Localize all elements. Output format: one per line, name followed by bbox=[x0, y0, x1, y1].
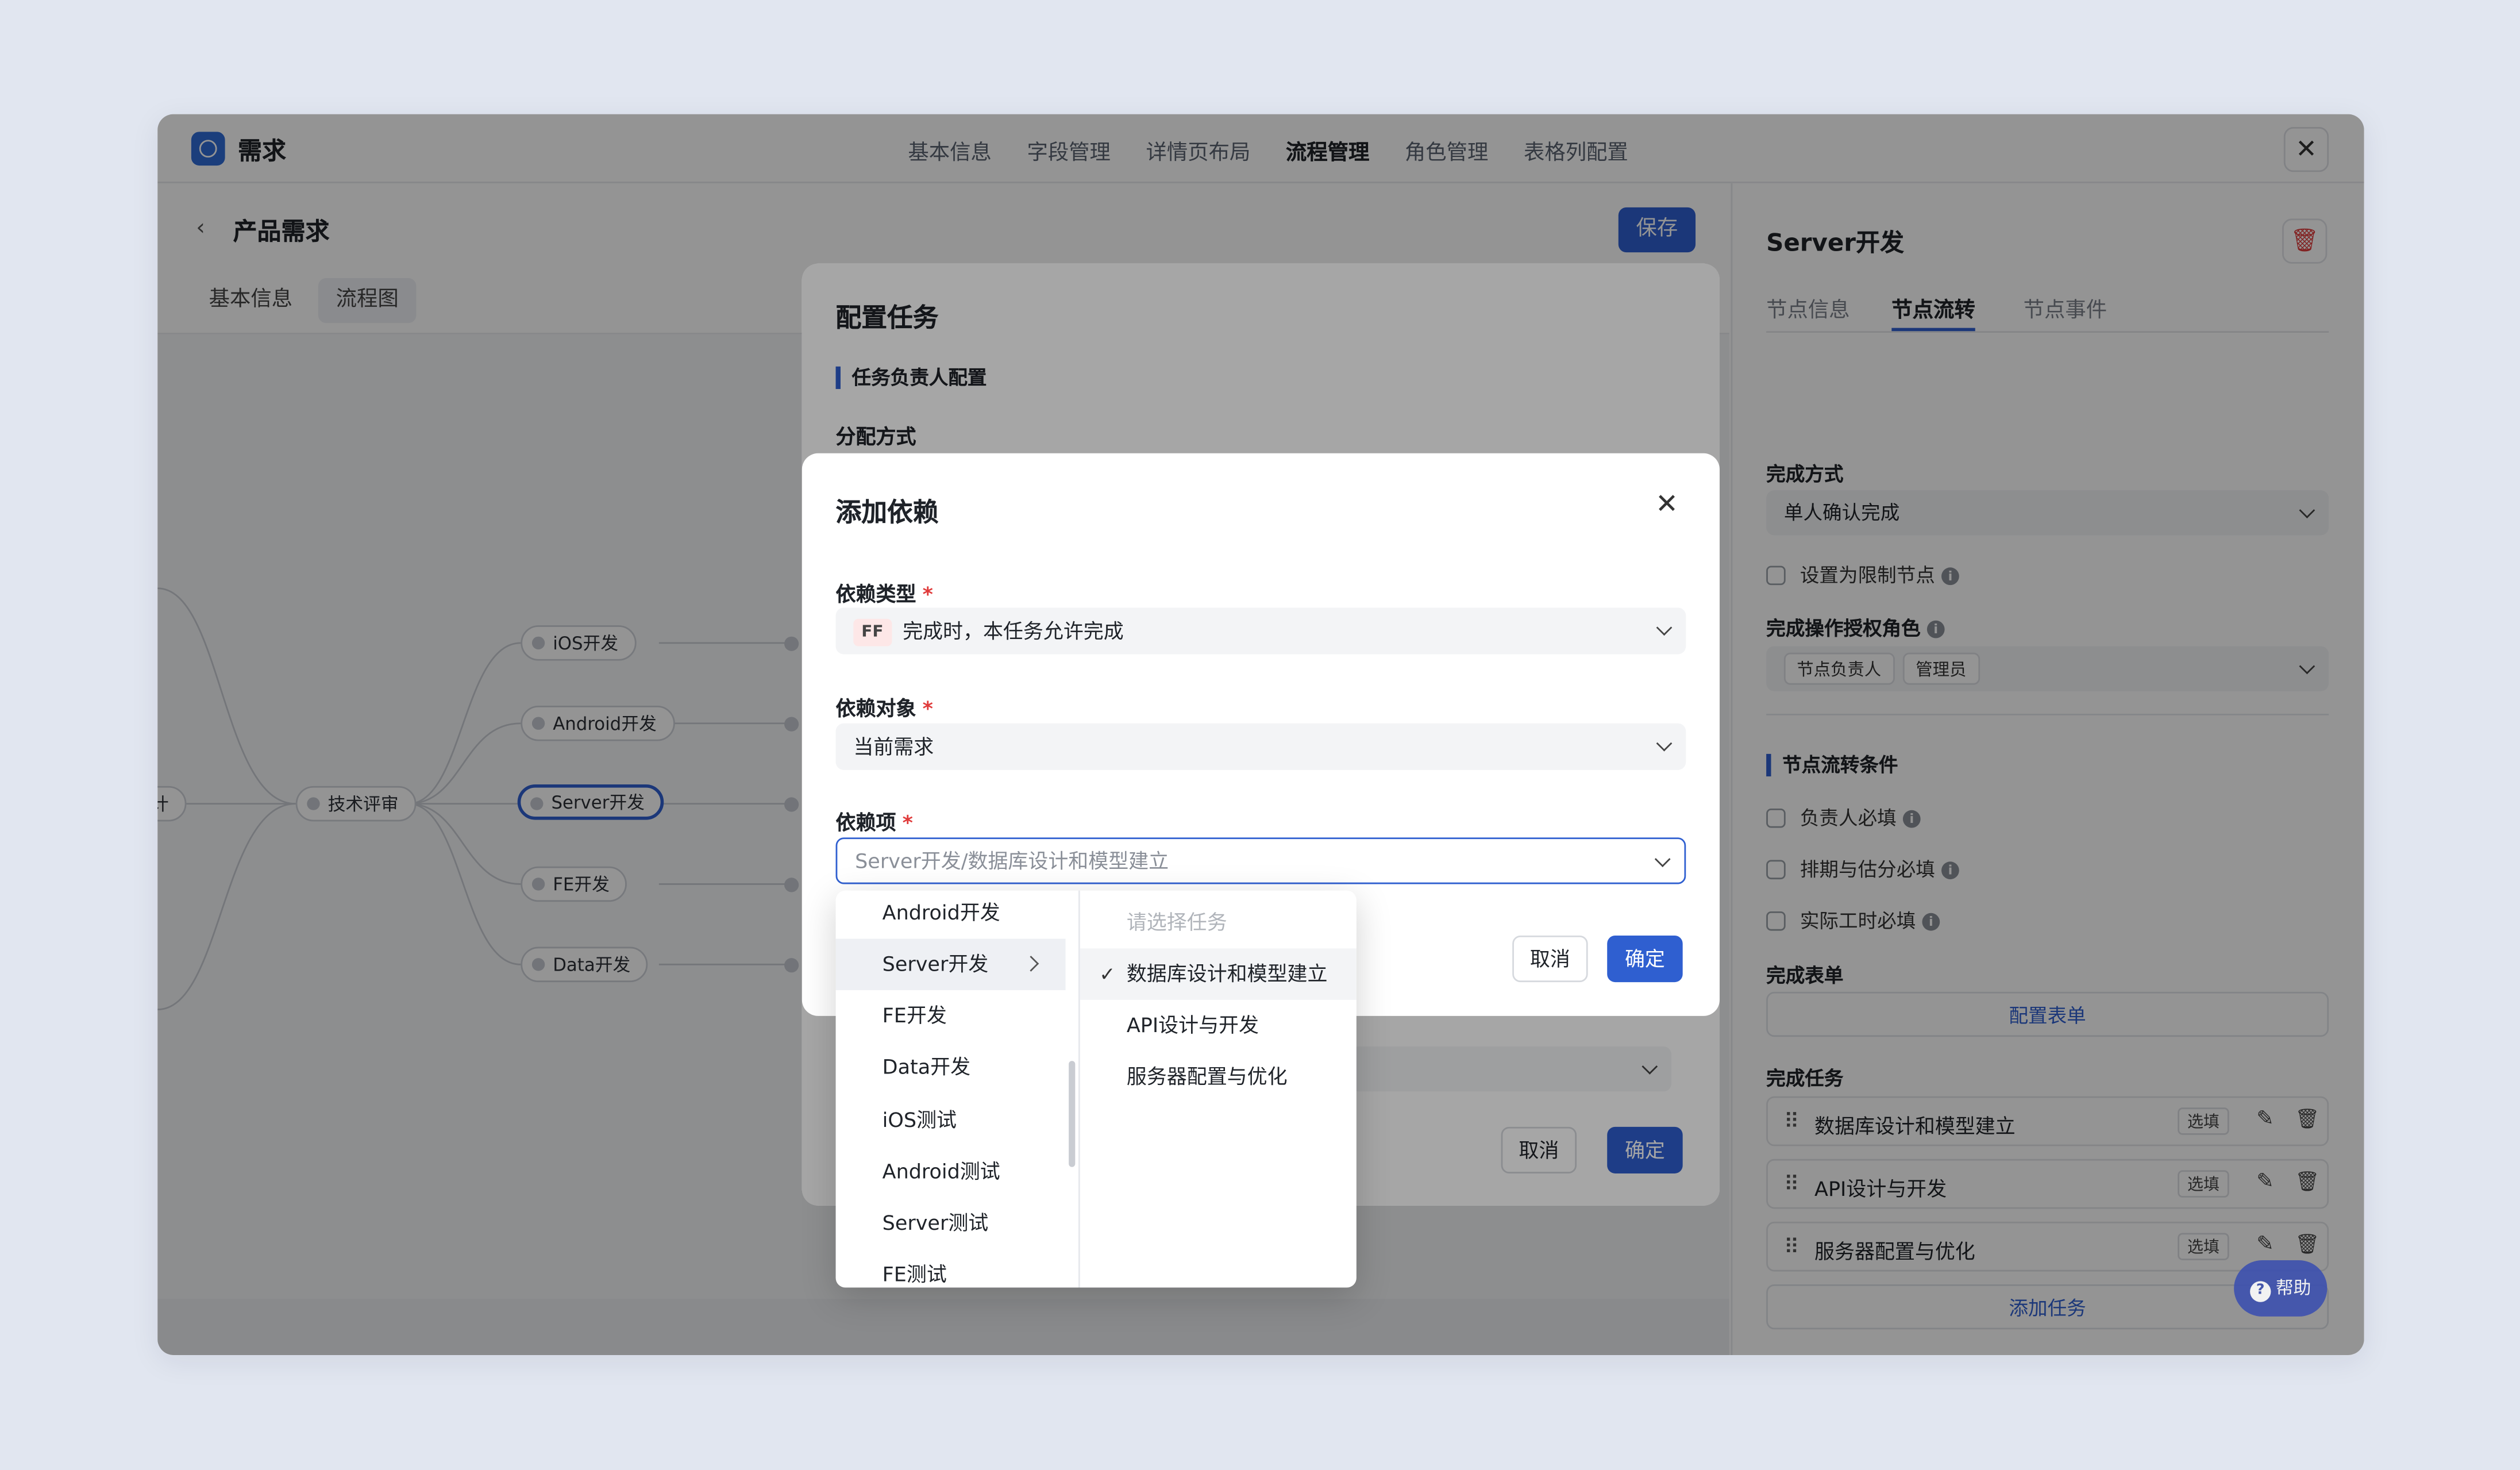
cascader-column-tasks: 请选择任务 ✓ 数据库设计和模型建立 API设计与开发 服务器配置与优化 bbox=[1080, 891, 1357, 1288]
cascader-option[interactable]: Android测试 bbox=[836, 1146, 1066, 1198]
cascader-option-label: Server开发 bbox=[882, 951, 989, 976]
help-button[interactable]: ? 帮助 bbox=[2234, 1260, 2328, 1317]
ff-badge: FF bbox=[853, 618, 892, 647]
dependency-item-label: 依赖项 * bbox=[835, 810, 913, 834]
chevron-down-icon bbox=[1654, 851, 1671, 867]
chevron-down-icon bbox=[1656, 735, 1673, 752]
dependency-cancel-button[interactable]: 取消 bbox=[1512, 935, 1588, 983]
cascader-option[interactable]: Data开发 bbox=[836, 1042, 1066, 1094]
cascader-option[interactable]: FE开发 bbox=[836, 990, 1066, 1042]
cascader-task-option-selected[interactable]: ✓ 数据库设计和模型建立 bbox=[1080, 948, 1357, 1000]
dependency-type-value: 完成时，本任务允许完成 bbox=[903, 618, 1124, 643]
cascader-task-option[interactable]: 服务器配置与优化 bbox=[1080, 1051, 1357, 1103]
cascader-task-label: 数据库设计和模型建立 bbox=[1126, 961, 1328, 986]
cascader-option-active[interactable]: Server开发 bbox=[835, 938, 1066, 991]
chevron-right-icon bbox=[1023, 956, 1039, 972]
help-label: 帮助 bbox=[2275, 1277, 2311, 1299]
dependency-type-label: 依赖类型 * bbox=[835, 582, 933, 606]
cascader-task-option[interactable]: API设计与开发 bbox=[1080, 1000, 1357, 1052]
dependency-item-placeholder: Server开发/数据库设计和模型建立 bbox=[855, 848, 1169, 873]
add-dependency-title: 添加依赖 bbox=[835, 497, 939, 528]
required-mark: * bbox=[922, 696, 933, 721]
scrollbar[interactable] bbox=[1069, 1061, 1076, 1167]
dependency-target-select[interactable]: 当前需求 bbox=[835, 723, 1686, 770]
dependency-type-select[interactable]: FF 完成时，本任务允许完成 bbox=[835, 607, 1686, 655]
check-icon: ✓ bbox=[1099, 963, 1116, 986]
cascader-option[interactable]: iOS测试 bbox=[836, 1095, 1066, 1146]
dependency-ok-button[interactable]: 确定 bbox=[1607, 935, 1683, 983]
cascader-option[interactable]: Server测试 bbox=[836, 1198, 1066, 1249]
dependency-target-value: 当前需求 bbox=[853, 734, 934, 759]
required-mark: * bbox=[902, 810, 913, 834]
cascader-option[interactable]: FE测试 bbox=[836, 1249, 1066, 1287]
required-mark: * bbox=[922, 582, 933, 606]
chevron-down-icon bbox=[1656, 619, 1673, 636]
cascader-placeholder: 请选择任务 bbox=[1126, 910, 1227, 934]
cascader-option[interactable]: Android开发 bbox=[836, 891, 1066, 939]
dependency-item-cascader[interactable]: Server开发/数据库设计和模型建立 bbox=[835, 837, 1686, 884]
dependency-target-label: 依赖对象 * bbox=[835, 696, 933, 721]
question-icon: ? bbox=[2250, 1281, 2271, 1302]
cascader-column-nodes: Android开发 Server开发 FE开发 Data开发 iOS测试 And… bbox=[835, 890, 1080, 1288]
close-icon[interactable]: ✕ bbox=[1655, 488, 1678, 521]
cascader-dropdown: Android开发 Server开发 FE开发 Data开发 iOS测试 And… bbox=[835, 890, 1357, 1288]
